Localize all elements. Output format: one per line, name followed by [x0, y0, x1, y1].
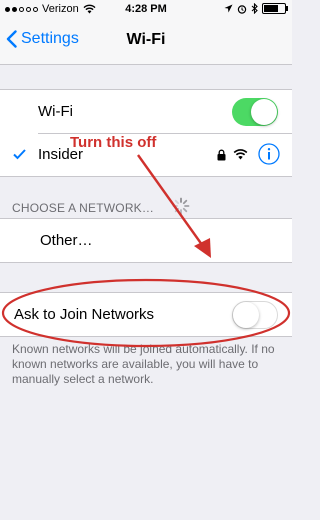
status-icons: [224, 3, 288, 14]
choose-network-header: CHOOSE A NETWORK…: [12, 201, 154, 215]
bluetooth-icon: [251, 3, 258, 14]
navigation-bar: Settings Wi-Fi: [0, 20, 292, 65]
page-title: Wi-Fi: [126, 31, 166, 48]
other-network-label: Other…: [40, 232, 93, 249]
other-network-group: Other…: [0, 218, 292, 263]
alarm-icon: [237, 4, 247, 14]
wifi-label: Wi-Fi: [38, 103, 73, 120]
battery-icon: [262, 3, 288, 14]
wifi-toggle[interactable]: [232, 98, 278, 126]
wifi-strength-icon: [233, 149, 248, 160]
ask-to-join-toggle[interactable]: [232, 301, 278, 329]
ask-to-join-group: Ask to Join Networks: [0, 292, 292, 337]
ask-to-join-label: Ask to Join Networks: [14, 306, 155, 323]
other-network-row[interactable]: Other…: [0, 219, 292, 262]
annotation-text: Turn this off: [70, 134, 157, 151]
info-icon[interactable]: [258, 143, 280, 165]
lock-icon: [217, 149, 226, 161]
location-icon: [224, 4, 233, 13]
wifi-toggle-row: Wi-Fi: [0, 90, 292, 133]
loading-spinner-icon: [172, 197, 190, 215]
checkmark-icon: [13, 149, 26, 160]
wifi-group: Wi-Fi Insider: [0, 89, 292, 177]
choose-network-header-text: CHOOSE A NETWORK…: [12, 201, 155, 215]
status-bar: Verizon 4:28 PM: [0, 0, 292, 20]
ask-to-join-row: Ask to Join Networks: [0, 293, 292, 336]
ask-to-join-footer: Known networks will be joined automatica…: [12, 342, 275, 386]
